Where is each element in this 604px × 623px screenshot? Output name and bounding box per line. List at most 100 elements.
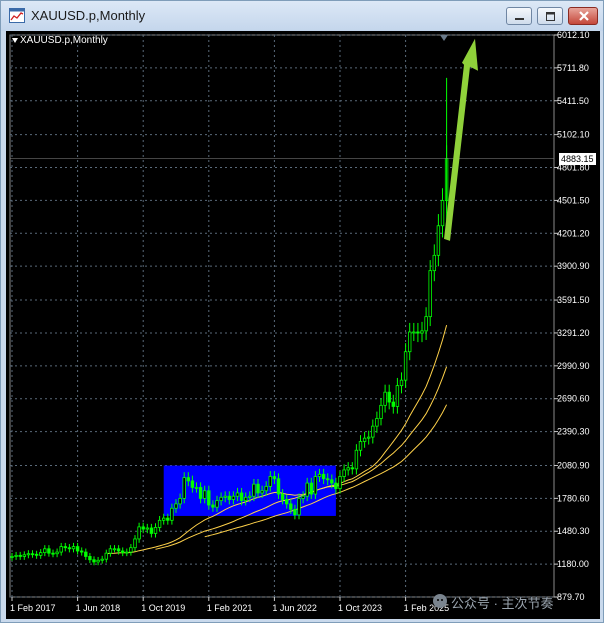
- moving-average-line: [155, 366, 448, 550]
- candle-body: [18, 554, 22, 557]
- candle-body: [395, 385, 400, 407]
- candle-body: [297, 498, 301, 516]
- candle-body: [309, 482, 313, 495]
- candle-body: [75, 546, 80, 552]
- chart-symbol-label: XAUUSD.p,Monthly: [20, 35, 108, 46]
- candle-body: [219, 496, 223, 502]
- candle-body: [108, 548, 113, 554]
- candle-body: [92, 559, 96, 563]
- candle-body: [424, 316, 428, 332]
- candle-body: [248, 495, 252, 498]
- price-chart[interactable]: 6012.10 5711.80 5411.50 5102.10 4801.80 4501.…: [6, 31, 600, 619]
- candle-body: [403, 351, 408, 381]
- candle-body: [235, 492, 240, 497]
- chart-app-icon: [9, 8, 25, 23]
- candle-body: [387, 391, 391, 403]
- maximize-button[interactable]: [537, 7, 563, 25]
- candle-body: [149, 527, 154, 534]
- candle-body: [133, 538, 137, 549]
- candle-body: [350, 467, 354, 470]
- chart-canvas[interactable]: 6012.105711.805411.505102.104801.804501.…: [6, 31, 600, 619]
- candle-body: [55, 551, 59, 555]
- minimize-icon: [515, 18, 524, 20]
- candle-body: [321, 473, 326, 480]
- candle-body: [198, 487, 203, 499]
- window-title: XAUUSD.p,Monthly: [31, 8, 146, 23]
- moving-average-line: [106, 324, 448, 555]
- candle-body: [436, 225, 441, 256]
- candle-body: [325, 478, 330, 481]
- candle-body: [366, 436, 371, 439]
- candle-body: [383, 391, 387, 406]
- candle-body: [174, 503, 178, 509]
- candle-body: [264, 485, 268, 492]
- candle-body: [256, 483, 260, 494]
- candle-body: [194, 487, 199, 489]
- candle-body: [358, 441, 363, 451]
- candle-body: [301, 495, 305, 499]
- candle-body: [59, 546, 63, 553]
- candle-body: [84, 551, 88, 557]
- candle-body: [379, 404, 383, 419]
- candle-body: [227, 495, 231, 500]
- candle-body: [104, 552, 108, 560]
- scroll-marker-icon: [440, 35, 448, 41]
- candle-body: [22, 554, 26, 557]
- x-tick-label: 1 Oct 2019: [141, 603, 185, 613]
- trend-arrow: [444, 38, 478, 241]
- x-tick-label: 1 Feb 2021: [207, 603, 253, 613]
- candle-body: [440, 200, 445, 227]
- candle-body: [338, 476, 342, 489]
- candle-body: [412, 331, 416, 334]
- y-tick-label: 5711.80: [557, 63, 589, 73]
- y-tick-label: 2080.90: [557, 460, 590, 470]
- y-tick-label: 2390.30: [557, 427, 590, 437]
- y-tick-label: 4201.20: [557, 228, 590, 238]
- candle-body: [30, 553, 35, 556]
- candle-body: [334, 482, 338, 489]
- candle-body: [112, 548, 117, 551]
- candle-body: [420, 330, 424, 334]
- candle-body: [428, 270, 432, 318]
- candle-body: [284, 499, 289, 505]
- y-tick-label: 4501.50: [557, 195, 590, 205]
- candle-body: [137, 526, 141, 540]
- candle-body: [26, 553, 31, 556]
- candle-body: [207, 490, 211, 506]
- y-tick-label: 1180.00: [557, 559, 589, 569]
- candle-body: [280, 493, 285, 500]
- candle-body: [223, 495, 227, 498]
- candle-body: [88, 556, 92, 561]
- y-tick-label: 879.70: [557, 592, 585, 602]
- candle-body: [116, 548, 121, 552]
- candle-body: [141, 526, 145, 530]
- candle-body: [39, 552, 43, 556]
- maximize-icon: [546, 12, 555, 21]
- candle-body: [157, 519, 162, 528]
- candle-body: [47, 548, 51, 554]
- candle-body: [161, 517, 166, 521]
- title-bar[interactable]: XAUUSD.p,Monthly: [1, 1, 603, 31]
- candle-body: [10, 556, 14, 558]
- candle-body: [170, 507, 174, 521]
- candle-body: [182, 477, 186, 499]
- x-tick-label: 1 Jun 2022: [272, 603, 317, 613]
- candle-body: [346, 467, 350, 471]
- y-tick-label: 5411.50: [557, 96, 589, 106]
- candle-body: [96, 559, 100, 563]
- candle-body: [125, 551, 129, 554]
- candle-body: [354, 449, 359, 470]
- candle-body: [391, 401, 395, 407]
- candle-body: [239, 492, 244, 502]
- close-button[interactable]: [568, 7, 598, 25]
- minimize-button[interactable]: [506, 7, 532, 25]
- candle-body: [121, 550, 125, 554]
- candle-body: [305, 482, 309, 497]
- candle-body: [129, 547, 133, 553]
- y-tick-label: 2990.90: [557, 361, 590, 371]
- y-tick-label: 1780.60: [557, 493, 590, 503]
- candle-body: [407, 331, 412, 353]
- chart-menu-icon[interactable]: [12, 38, 18, 43]
- candle-body: [243, 496, 248, 502]
- candle-body: [178, 498, 182, 505]
